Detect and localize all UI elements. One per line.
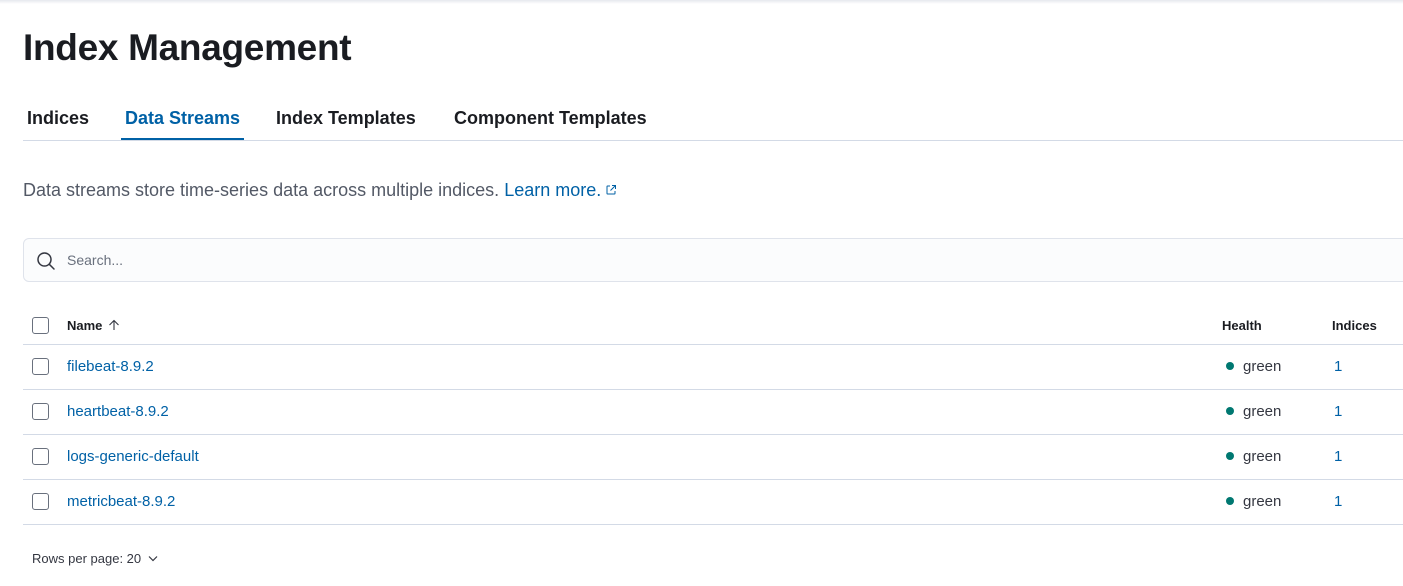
column-header-name[interactable]: Name [67,318,120,333]
health-label: green [1243,358,1282,375]
learn-more-label: Learn more. [504,180,602,200]
page-description: Data streams store time-series data acro… [23,178,617,202]
health-label: green [1243,493,1282,510]
data-stream-name-link[interactable]: metricbeat-8.9.2 [67,493,175,510]
select-all-checkbox[interactable] [32,317,49,334]
tab-index-templates[interactable]: Index Templates [272,100,420,141]
row-checkbox[interactable] [32,403,49,420]
column-header-health[interactable]: Health [1222,318,1262,333]
chevron-down-icon [148,556,158,562]
health-status: green [1226,403,1281,420]
health-status: green [1226,493,1281,510]
health-status: green [1226,448,1281,465]
search-box[interactable] [23,238,1403,282]
page-title: Index Management [23,27,352,68]
row-checkbox[interactable] [32,448,49,465]
external-link-icon [606,185,617,195]
description-text: Data streams store time-series data acro… [23,180,500,200]
health-label: green [1243,403,1282,420]
data-stream-name-link[interactable]: filebeat-8.9.2 [67,358,154,375]
data-streams-table: Name Health Indices filebeat-8.9.2 green… [23,305,1403,525]
table-row: metricbeat-8.9.2 green 1 [23,480,1403,525]
health-dot-icon [1226,362,1234,370]
tab-indices[interactable]: Indices [23,100,93,141]
rows-per-page-button[interactable]: Rows per page: 20 [32,551,159,566]
row-checkbox[interactable] [32,493,49,510]
search-input[interactable] [67,239,1367,281]
tab-component-templates[interactable]: Component Templates [450,100,651,141]
search-icon [37,252,55,270]
indices-count-link[interactable]: 1 [1334,448,1342,465]
indices-count-link[interactable]: 1 [1334,493,1342,510]
health-dot-icon [1226,407,1234,415]
row-checkbox[interactable] [32,358,49,375]
table-row: filebeat-8.9.2 green 1 [23,345,1403,390]
health-label: green [1243,448,1282,465]
column-header-indices[interactable]: Indices [1332,318,1377,333]
health-dot-icon [1226,452,1234,460]
tab-bar: Indices Data Streams Index Templates Com… [23,100,1403,141]
data-stream-name-link[interactable]: heartbeat-8.9.2 [67,403,169,420]
indices-count-link[interactable]: 1 [1334,403,1342,420]
table-row: logs-generic-default green 1 [23,435,1403,480]
data-stream-name-link[interactable]: logs-generic-default [67,448,199,465]
rows-per-page-label: Rows per page: 20 [32,551,142,566]
health-status: green [1226,358,1281,375]
table-header: Name Health Indices [23,305,1403,345]
learn-more-link[interactable]: Learn more. [504,180,617,200]
top-shadow [0,0,1403,4]
arrow-up-icon [109,319,120,330]
indices-count-link[interactable]: 1 [1334,358,1342,375]
column-header-name-label: Name [67,318,103,333]
tab-data-streams[interactable]: Data Streams [121,100,245,140]
table-row: heartbeat-8.9.2 green 1 [23,390,1403,435]
health-dot-icon [1226,497,1234,505]
